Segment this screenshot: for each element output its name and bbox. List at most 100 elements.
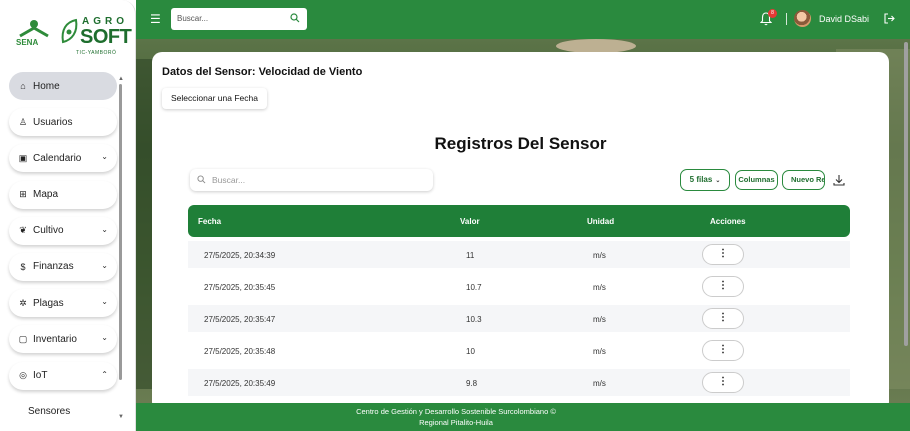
sidebar-item-inventario[interactable]: ▢ Inventario ⌄ bbox=[9, 325, 117, 354]
chevron-down-icon: ⌄ bbox=[715, 178, 721, 184]
row-actions-button[interactable]: ⋮ bbox=[702, 340, 744, 361]
chevron-down-icon: ⌄ bbox=[101, 152, 108, 162]
cell-fecha: 27/5/2025, 20:35:45 bbox=[204, 283, 276, 292]
notification-badge: 8 bbox=[768, 9, 777, 18]
footer: Centro de Gestión y Desarrollo Sostenibl… bbox=[136, 403, 910, 431]
page-scrollbar[interactable] bbox=[904, 42, 908, 346]
clipboard-icon: ▢ bbox=[18, 333, 28, 344]
cell-valor: 9.8 bbox=[466, 379, 478, 388]
leaf-logo-icon bbox=[61, 18, 78, 44]
sidebar-item-label: IoT bbox=[33, 370, 48, 381]
sidebar-item-finanzas[interactable]: $ Finanzas ⌄ bbox=[9, 252, 117, 281]
logo-soft-text: SOFT bbox=[80, 26, 132, 48]
scroll-up-icon[interactable]: ▲ bbox=[118, 76, 124, 82]
sidebar-scrollbar[interactable]: ▲ ▼ bbox=[118, 76, 124, 420]
avatar[interactable] bbox=[794, 10, 811, 27]
scrollbar-thumb[interactable] bbox=[119, 84, 122, 380]
columns-button[interactable]: Columnas bbox=[735, 170, 778, 190]
sidebar-item-label: Usuarios bbox=[33, 116, 73, 128]
new-record-button[interactable]: Nuevo Re bbox=[782, 170, 825, 190]
top-bar: ☰ Buscar... 8 David DSabi bbox=[136, 0, 910, 39]
cell-fecha: 27/5/2025, 20:34:39 bbox=[204, 251, 276, 260]
cell-fecha: 27/5/2025, 20:35:47 bbox=[204, 315, 276, 324]
agrosoft-logo: SENA AGRO SOFT TIC-YAMBORÓ bbox=[14, 14, 132, 60]
sidebar-item-label: Mapa bbox=[33, 189, 59, 201]
sidebar-item-label: Inventario bbox=[33, 333, 77, 345]
column-header-unidad[interactable]: Unidad bbox=[587, 217, 614, 226]
table-search-input[interactable]: Buscar... bbox=[190, 169, 433, 191]
sidebar-item-plagas[interactable]: ✲ Plagas ⌄ bbox=[9, 289, 117, 318]
table-row: 27/5/2025, 20:35:47 10.3 m/s ⋮ bbox=[188, 305, 850, 332]
user-icon: ♙ bbox=[18, 116, 28, 127]
rows-per-page-select[interactable]: 5 filas ⌄ bbox=[680, 169, 730, 191]
sena-text: SENA bbox=[16, 38, 39, 47]
row-actions-button[interactable]: ⋮ bbox=[702, 276, 744, 297]
chevron-down-icon: ⌄ bbox=[101, 260, 108, 270]
bug-icon: ✲ bbox=[19, 297, 27, 308]
sidebar-item-label: Home bbox=[33, 80, 60, 92]
table-row: 27/5/2025, 20:35:45 10.7 m/s ⋮ bbox=[188, 273, 850, 300]
sidebar-item-calendario[interactable]: ▣ Calendario ⌄ bbox=[9, 144, 117, 173]
iot-icon: ◎ bbox=[19, 370, 27, 380]
search-icon bbox=[197, 175, 206, 184]
cell-unidad: m/s bbox=[593, 315, 606, 324]
download-icon[interactable] bbox=[833, 174, 845, 186]
home-icon: ⌂ bbox=[20, 81, 26, 91]
cell-valor: 10.3 bbox=[466, 315, 482, 324]
map-icon: ⊞ bbox=[19, 189, 27, 200]
footer-line-1: Centro de Gestión y Desarrollo Sostenibl… bbox=[356, 407, 556, 416]
cell-fecha: 27/5/2025, 20:35:48 bbox=[204, 347, 276, 356]
cell-unidad: m/s bbox=[593, 283, 606, 292]
logout-icon[interactable] bbox=[884, 13, 895, 24]
table-header: Fecha Valor Unidad Acciones bbox=[188, 205, 850, 237]
cell-unidad: m/s bbox=[593, 251, 606, 260]
username[interactable]: David DSabi bbox=[819, 14, 869, 24]
row-actions-button[interactable]: ⋮ bbox=[702, 372, 744, 393]
sidebar-item-label: Finanzas bbox=[33, 261, 74, 273]
footer-line-2: Regional Pitalito-Huila bbox=[419, 418, 493, 427]
sidebar-item-mapa[interactable]: ⊞ Mapa bbox=[9, 180, 117, 209]
select-date-button[interactable]: Seleccionar una Fecha bbox=[162, 88, 267, 109]
chevron-up-icon: ⌃ bbox=[101, 369, 108, 379]
search-icon bbox=[290, 13, 300, 23]
cell-fecha: 27/5/2025, 20:35:49 bbox=[204, 379, 276, 388]
chevron-down-icon: ⌄ bbox=[101, 297, 108, 307]
row-actions-button[interactable]: ⋮ bbox=[702, 308, 744, 329]
leaf-icon: ❦ bbox=[19, 225, 27, 236]
sidebar-item-usuarios[interactable]: ♙ Usuarios bbox=[9, 108, 117, 137]
hat-shape bbox=[556, 39, 636, 53]
column-header-valor[interactable]: Valor bbox=[460, 217, 480, 226]
sena-logo-icon bbox=[19, 20, 49, 38]
logo-tagline: TIC-YAMBORÓ bbox=[76, 50, 117, 56]
sidebar-nav: ⌂ Home ♙ Usuarios ▣ Calendario ⌄ ⊞ Mapa … bbox=[9, 72, 117, 398]
table-row: 27/5/2025, 20:35:48 10 m/s ⋮ bbox=[188, 337, 850, 364]
column-header-fecha[interactable]: Fecha bbox=[198, 217, 221, 226]
chevron-down-icon: ⌄ bbox=[101, 224, 108, 234]
cell-unidad: m/s bbox=[593, 379, 606, 388]
table-row: 27/5/2025, 20:34:39 11 m/s ⋮ bbox=[188, 241, 850, 268]
sidebar-item-iot[interactable]: ◎ IoT ⌃ bbox=[9, 361, 117, 390]
table-row: 27/5/2025, 20:35:49 9.8 m/s ⋮ bbox=[188, 369, 850, 396]
chevron-down-icon: ⌄ bbox=[101, 333, 108, 343]
column-header-acciones: Acciones bbox=[710, 217, 746, 226]
sidebar-item-home[interactable]: ⌂ Home bbox=[9, 72, 117, 100]
divider bbox=[786, 13, 787, 25]
cell-valor: 10.7 bbox=[466, 283, 482, 292]
search-placeholder: Buscar... bbox=[177, 14, 209, 23]
menu-icon[interactable]: ☰ bbox=[150, 12, 161, 26]
search-placeholder: Buscar... bbox=[212, 175, 246, 185]
sensor-card: Datos del Sensor: Velocidad de Viento Se… bbox=[152, 52, 889, 412]
cell-unidad: m/s bbox=[593, 347, 606, 356]
search-input[interactable]: Buscar... bbox=[171, 8, 307, 30]
cell-valor: 10 bbox=[466, 347, 475, 356]
rows-select-label: 5 filas bbox=[689, 175, 713, 184]
sidebar-item-cultivo[interactable]: ❦ Cultivo ⌄ bbox=[9, 216, 117, 245]
row-actions-button[interactable]: ⋮ bbox=[702, 244, 744, 265]
table-title: Registros Del Sensor bbox=[434, 134, 607, 153]
sidebar-item-label: Plagas bbox=[33, 297, 64, 309]
sidebar-item-label: Calendario bbox=[33, 152, 82, 164]
page-title: Datos del Sensor: Velocidad de Viento bbox=[162, 66, 363, 78]
calendar-icon: ▣ bbox=[18, 152, 28, 163]
sidebar-subitem-sensores[interactable]: Sensores bbox=[28, 406, 70, 417]
scroll-down-icon[interactable]: ▼ bbox=[118, 414, 124, 420]
